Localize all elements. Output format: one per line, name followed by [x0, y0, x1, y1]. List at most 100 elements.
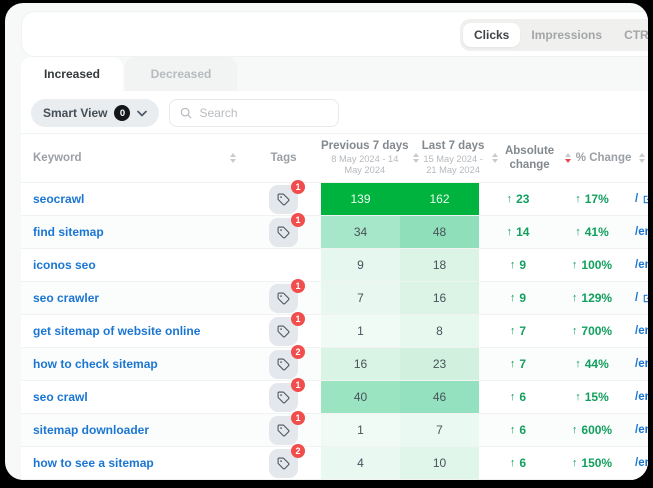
previous-value-cell: 139: [321, 183, 400, 215]
percent-change-cell: ↑44%: [557, 348, 627, 380]
column-header-last-dates: 15 May 2024 - 21 May 2024: [419, 154, 488, 177]
absolute-change-value: 14: [516, 225, 529, 239]
url-text: /en: [635, 391, 648, 403]
keyword-link[interactable]: seo crawl: [33, 390, 88, 404]
url-link[interactable]: /en: [635, 391, 648, 403]
tab-decreased[interactable]: Decreased: [125, 57, 237, 91]
column-header-tags: Tags: [271, 152, 297, 164]
tag-icon: [277, 226, 290, 239]
previous-value-cell: 1: [321, 414, 400, 446]
previous-value-cell: 1: [321, 315, 400, 347]
keyword-link[interactable]: how to see a sitemap: [33, 456, 154, 470]
url-link[interactable]: /en: [635, 424, 648, 436]
tag-count-badge: 2: [291, 444, 305, 458]
percent-change-cell: ↑600%: [557, 414, 627, 446]
up-arrow-icon: ↑: [510, 325, 516, 337]
absolute-change-value: 6: [519, 423, 526, 437]
tag-count-badge: 2: [291, 345, 305, 359]
column-header-absolute-change: Absolute change: [503, 144, 557, 173]
url-text: /en: [635, 226, 648, 238]
search-input[interactable]: [199, 106, 319, 120]
view-tabs: Increased Decreased: [21, 57, 237, 91]
previous-value-cell: 34: [321, 216, 400, 248]
url-link[interactable]: /en: [635, 457, 648, 469]
percent-change-cell: ↑41%: [557, 216, 627, 248]
up-arrow-icon: ↑: [572, 292, 578, 304]
keyword-link[interactable]: seocrawl: [33, 192, 84, 206]
last-value-cell: 10: [400, 447, 479, 479]
tag-button[interactable]: 1: [269, 284, 298, 313]
url-text: /em: [635, 259, 648, 271]
up-arrow-icon: ↑: [572, 325, 578, 337]
sort-icon-absolute-change[interactable]: [565, 153, 571, 163]
percent-change-cell: ↑150%: [557, 447, 627, 479]
url-link[interactable]: /: [635, 292, 648, 304]
percent-change-value: 41%: [585, 225, 609, 239]
percent-change-value: 17%: [585, 192, 609, 206]
tag-button[interactable]: 2: [269, 350, 298, 379]
percent-change-value: 600%: [581, 423, 612, 437]
last-value-cell: 18: [400, 249, 479, 281]
url-text: /en: [635, 358, 648, 370]
metric-tab-ctr[interactable]: CTR: [613, 23, 648, 47]
column-header-percent-change: % Change: [576, 152, 632, 164]
up-arrow-icon: ↑: [507, 226, 513, 238]
keyword-link[interactable]: sitemap downloader: [33, 423, 149, 437]
tag-icon: [277, 325, 290, 338]
percent-change-value: 44%: [585, 357, 609, 371]
percent-change-cell: ↑15%: [557, 381, 627, 413]
up-arrow-icon: ↑: [507, 193, 513, 205]
url-text: /: [635, 292, 638, 304]
absolute-change-value: 6: [519, 456, 526, 470]
tag-icon: [277, 457, 290, 470]
last-value-cell: 8: [400, 315, 479, 347]
absolute-change-cell: ↑7: [479, 315, 557, 347]
absolute-change-value: 9: [519, 291, 526, 305]
sort-icon-keyword[interactable]: [230, 153, 236, 163]
tag-count-badge: 1: [291, 180, 305, 194]
table-row: seo crawler 1 7 16 ↑9 ↑129% /: [21, 282, 648, 315]
keyword-link[interactable]: how to check sitemap: [33, 357, 158, 371]
filter-row: Smart View 0: [21, 91, 648, 133]
url-link[interactable]: /en: [635, 358, 648, 370]
metric-tab-clicks[interactable]: Clicks: [463, 23, 520, 47]
last-value-cell: 16: [400, 282, 479, 314]
up-arrow-icon: ↑: [510, 358, 516, 370]
keyword-link[interactable]: seo crawler: [33, 291, 99, 305]
keyword-link[interactable]: find sitemap: [33, 225, 104, 239]
url-link[interactable]: /: [635, 193, 648, 205]
absolute-change-cell: ↑6: [479, 381, 557, 413]
up-arrow-icon: ↑: [510, 424, 516, 436]
url-link[interactable]: /en: [635, 325, 648, 337]
absolute-change-value: 6: [519, 390, 526, 404]
tag-count-badge: 1: [291, 213, 305, 227]
table-row: get sitemap of website online 1 1 8 ↑7 ↑…: [21, 315, 648, 348]
percent-change-cell: ↑17%: [557, 183, 627, 215]
tag-count-badge: 1: [291, 279, 305, 293]
tag-button[interactable]: 1: [269, 416, 298, 445]
previous-value-cell: 9: [321, 249, 400, 281]
metric-tab-impressions[interactable]: Impressions: [520, 23, 613, 47]
app-window: Clicks Impressions CTR Avg Position Incr…: [5, 3, 648, 480]
smart-view-button[interactable]: Smart View 0: [31, 99, 159, 127]
sort-icon-percent-change[interactable]: [639, 153, 645, 163]
up-arrow-icon: ↑: [510, 292, 516, 304]
metric-segmented-control: Clicks Impressions CTR Avg Position: [460, 19, 648, 51]
keyword-link[interactable]: iconos seo: [33, 258, 96, 272]
tag-button[interactable]: 1: [269, 185, 298, 214]
tag-button[interactable]: 1: [269, 383, 298, 412]
tag-count-badge: 1: [291, 411, 305, 425]
url-link[interactable]: /em: [635, 259, 648, 271]
table-header: Keyword Tags Previous 7 days 8 May 2024 …: [21, 133, 648, 183]
tag-button[interactable]: 2: [269, 449, 298, 478]
table-row: how to check sitemap 2 16 23 ↑7 ↑44% /en: [21, 348, 648, 381]
tab-increased[interactable]: Increased: [21, 57, 123, 91]
keyword-link[interactable]: get sitemap of website online: [33, 324, 200, 338]
tag-button[interactable]: 1: [269, 317, 298, 346]
url-link[interactable]: /en: [635, 226, 648, 238]
tag-button[interactable]: 1: [269, 218, 298, 247]
table-row: how to see a sitemap 2 4 10 ↑6 ↑150% /en: [21, 447, 648, 480]
absolute-change-cell: ↑6: [479, 414, 557, 446]
tag-count-badge: 1: [291, 378, 305, 392]
up-arrow-icon: ↑: [510, 259, 516, 271]
